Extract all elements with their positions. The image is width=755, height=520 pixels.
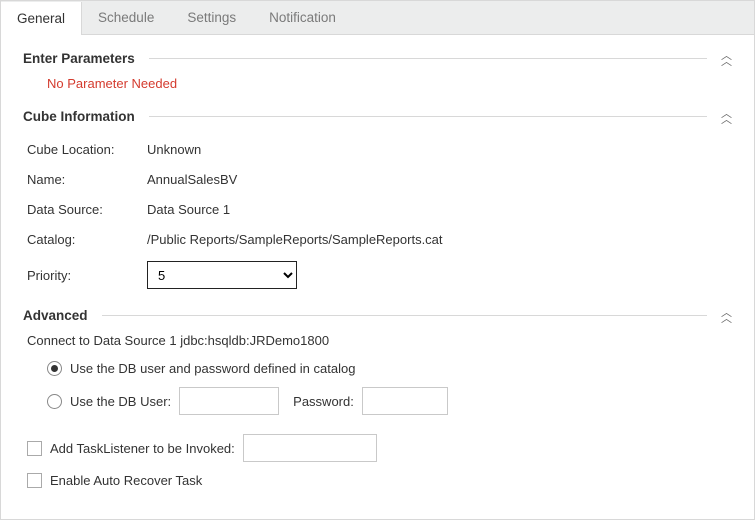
label-cube-datasource: Data Source: xyxy=(27,202,147,217)
tab-bar: General Schedule Settings Notification xyxy=(1,1,754,35)
row-cube-priority: Priority: 5 xyxy=(27,260,732,290)
radio-use-dbuser-label: Use the DB User: xyxy=(70,394,171,409)
checkbox-auto-recover[interactable] xyxy=(27,473,42,488)
radio-use-catalog[interactable] xyxy=(47,361,62,376)
db-password-input[interactable] xyxy=(362,387,448,415)
checkbox-tasklistener[interactable] xyxy=(27,441,42,456)
section-parameters-title: Enter Parameters xyxy=(23,51,135,66)
row-cube-datasource: Data Source: Data Source 1 xyxy=(27,194,732,224)
value-cube-catalog: /Public Reports/SampleReports/SampleRepo… xyxy=(147,232,443,247)
row-cube-location: Cube Location: Unknown xyxy=(27,134,732,164)
section-cube-info: Cube Information ︿︿ Cube Location: Unkno… xyxy=(23,109,732,290)
password-label: Password: xyxy=(293,394,354,409)
label-cube-priority: Priority: xyxy=(27,268,147,283)
advanced-body: Connect to Data Source 1 jdbc:hsqldb:JRD… xyxy=(23,333,732,495)
section-advanced-title: Advanced xyxy=(23,308,88,323)
section-parameters: Enter Parameters ︿︿ No Parameter Needed xyxy=(23,51,732,91)
radio-row-user: Use the DB User: Password: xyxy=(47,387,732,415)
row-auto-recover: Enable Auto Recover Task xyxy=(27,465,732,495)
tab-settings[interactable]: Settings xyxy=(171,1,253,34)
tab-notification[interactable]: Notification xyxy=(253,1,353,34)
cube-info-grid: Cube Location: Unknown Name: AnnualSales… xyxy=(23,134,732,290)
tab-schedule[interactable]: Schedule xyxy=(82,1,171,34)
value-cube-location: Unknown xyxy=(147,142,201,157)
collapse-icon[interactable]: ︿︿ xyxy=(721,53,732,65)
collapse-icon[interactable]: ︿︿ xyxy=(721,111,732,123)
label-auto-recover: Enable Auto Recover Task xyxy=(50,473,202,488)
section-advanced: Advanced ︿︿ Connect to Data Source 1 jdb… xyxy=(23,308,732,495)
radio-use-dbuser[interactable] xyxy=(47,394,62,409)
divider xyxy=(149,58,707,59)
content-area: Enter Parameters ︿︿ No Parameter Needed … xyxy=(1,35,754,515)
label-cube-catalog: Catalog: xyxy=(27,232,147,247)
row-tasklistener: Add TaskListener to be Invoked: xyxy=(27,433,732,463)
db-user-input[interactable] xyxy=(179,387,279,415)
value-cube-datasource: Data Source 1 xyxy=(147,202,230,217)
divider xyxy=(149,116,707,117)
collapse-icon[interactable]: ︿︿ xyxy=(721,310,732,322)
radio-use-catalog-label: Use the DB user and password defined in … xyxy=(70,361,355,376)
radio-row-catalog: Use the DB user and password defined in … xyxy=(47,354,732,382)
label-tasklistener: Add TaskListener to be Invoked: xyxy=(50,441,235,456)
priority-select[interactable]: 5 xyxy=(147,261,297,289)
tasklistener-input[interactable] xyxy=(243,434,377,462)
section-parameters-header: Enter Parameters ︿︿ xyxy=(23,51,732,66)
section-cube-title: Cube Information xyxy=(23,109,135,124)
section-cube-header: Cube Information ︿︿ xyxy=(23,109,732,124)
no-parameter-note: No Parameter Needed xyxy=(23,76,732,91)
row-cube-name: Name: AnnualSalesBV xyxy=(27,164,732,194)
row-cube-catalog: Catalog: /Public Reports/SampleReports/S… xyxy=(27,224,732,254)
value-cube-name: AnnualSalesBV xyxy=(147,172,237,187)
connect-line: Connect to Data Source 1 jdbc:hsqldb:JRD… xyxy=(27,333,732,348)
section-advanced-header: Advanced ︿︿ xyxy=(23,308,732,323)
label-cube-name: Name: xyxy=(27,172,147,187)
divider xyxy=(102,315,707,316)
tab-general[interactable]: General xyxy=(1,2,82,35)
label-cube-location: Cube Location: xyxy=(27,142,147,157)
general-tab-panel: General Schedule Settings Notification E… xyxy=(0,0,755,520)
